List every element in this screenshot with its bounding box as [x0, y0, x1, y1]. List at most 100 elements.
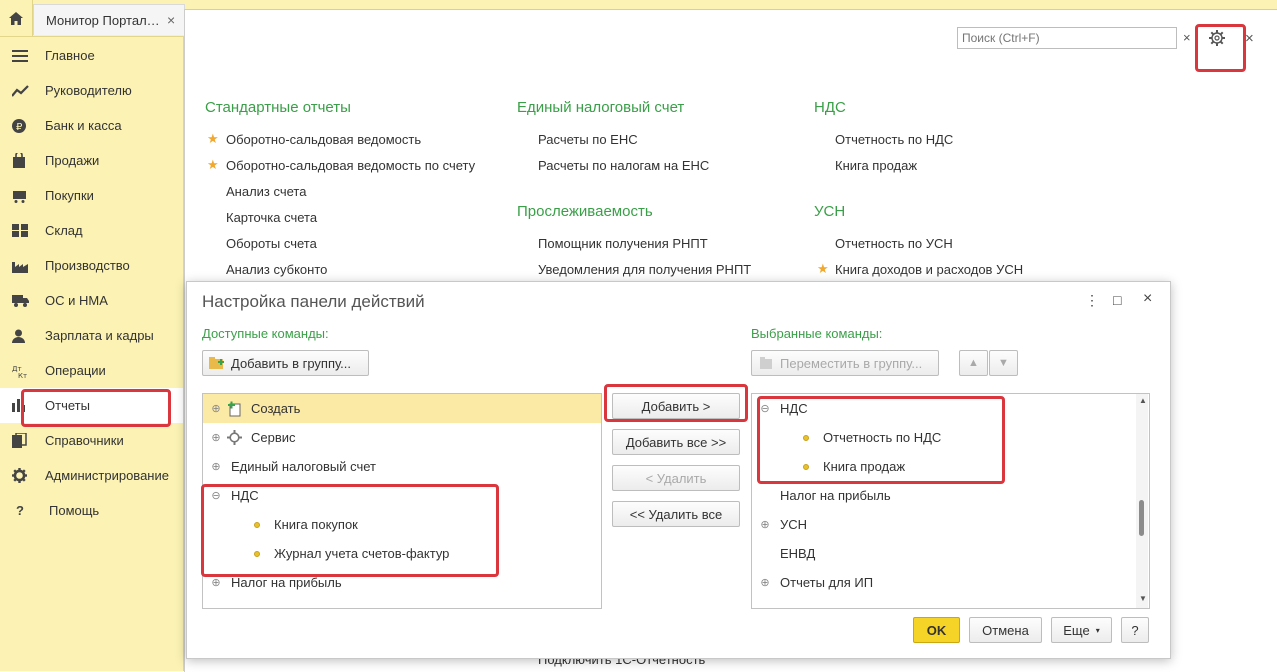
report-link[interactable]: Отчетность по УСН	[835, 236, 953, 251]
sidebar-item-manager[interactable]: Руководителю	[0, 73, 183, 108]
tree-node-create[interactable]: ⊕ Создать	[203, 394, 601, 423]
report-link[interactable]: Анализ субконто	[226, 262, 327, 277]
sidebar-item-production[interactable]: Производство	[0, 248, 183, 283]
report-link[interactable]: Отчетность по НДС	[835, 132, 953, 147]
expand-icon[interactable]: ⊕	[209, 460, 223, 473]
report-link[interactable]: Оборотно-сальдовая ведомость по счету	[226, 158, 475, 173]
tree-node-profit-tax[interactable]: Налог на прибыль	[752, 481, 891, 510]
scroll-down-icon[interactable]: ▼	[1139, 594, 1147, 603]
tree-node-vat[interactable]: ⊖ НДС	[203, 481, 259, 510]
add-to-group-button[interactable]: Добавить в группу...	[202, 350, 369, 376]
sidebar-item-directories[interactable]: Справочники	[0, 423, 183, 458]
maximize-icon[interactable]: □	[1113, 292, 1121, 308]
tree-node-purchase-book[interactable]: Книга покупок	[203, 510, 358, 539]
report-link[interactable]: Помощник получения РНПТ	[538, 236, 708, 251]
report-link[interactable]: Обороты счета	[226, 236, 317, 251]
collapse-icon[interactable]: ⊖	[758, 402, 772, 415]
move-up-button[interactable]: ▲	[959, 350, 988, 376]
report-link[interactable]: Анализ счета	[226, 184, 306, 199]
tab-monitor-portal[interactable]: Монитор Портала ... ×	[33, 4, 185, 35]
search-clear-icon[interactable]: ×	[1183, 30, 1191, 45]
tree-node-label: Налог на прибыль	[231, 575, 342, 590]
tree-node-label: Отчеты для ИП	[780, 575, 874, 590]
sidebar-item-administration[interactable]: Администрирование	[0, 458, 183, 493]
dialog-close-icon[interactable]: ×	[1143, 290, 1152, 308]
tree-node-label: Книга покупок	[274, 517, 358, 532]
sidebar-item-label: Производство	[45, 258, 130, 273]
settings-gear-button[interactable]	[1208, 29, 1226, 50]
tree-node-invoice-journal[interactable]: Журнал учета счетов-фактур	[203, 539, 449, 568]
factory-icon	[12, 259, 36, 273]
sidebar-item-purchases[interactable]: Покупки	[0, 178, 183, 213]
expand-icon[interactable]: ⊕	[209, 431, 223, 444]
expand-icon[interactable]: ⊕	[209, 576, 223, 589]
sidebar-item-operations[interactable]: Дт Кт Операции	[0, 353, 183, 388]
ok-button[interactable]: OK	[913, 617, 960, 643]
shopping-bag-icon	[12, 153, 36, 168]
tree-node-service[interactable]: ⊕ Сервис	[203, 423, 296, 452]
report-link[interactable]: Книга продаж	[835, 158, 917, 173]
tree-node-label: Сервис	[251, 430, 296, 445]
tree-node-vat-reporting[interactable]: Отчетность по НДС	[752, 423, 941, 452]
arrow-up-icon: ▲	[968, 357, 979, 369]
cancel-button[interactable]: Отмена	[969, 617, 1042, 643]
trend-up-icon	[12, 84, 36, 97]
expand-icon[interactable]: ⊕	[758, 576, 772, 589]
tree-node-usn[interactable]: ⊕ УСН	[752, 510, 807, 539]
tree-node-ens[interactable]: ⊕ Единый налоговый счет	[203, 452, 376, 481]
svg-text:Кт: Кт	[18, 372, 27, 378]
tree-node-sales-book[interactable]: Книга продаж	[752, 452, 905, 481]
menu-lines-icon	[12, 49, 36, 62]
help-button[interactable]: ?	[1121, 617, 1149, 643]
remove-all-button[interactable]: << Удалить все	[612, 501, 740, 527]
add-button[interactable]: Добавить >	[612, 393, 740, 419]
tree-node-vat[interactable]: ⊖ НДС	[752, 394, 807, 423]
person-icon	[12, 329, 36, 343]
search-input[interactable]	[957, 27, 1177, 49]
sidebar-item-warehouse[interactable]: Склад	[0, 213, 183, 248]
sidebar-item-sales[interactable]: Продажи	[0, 143, 183, 178]
sidebar-item-reports[interactable]: Отчеты	[0, 388, 183, 423]
report-link[interactable]: Расчеты по ЕНС	[538, 132, 638, 147]
available-commands-tree[interactable]: ⊕ Создать ⊕ Сервис ⊕ Единый налоговый сч…	[202, 393, 602, 609]
collapse-icon[interactable]: ⊖	[209, 489, 223, 502]
selected-commands-tree[interactable]: ⊖ НДС Отчетность по НДС Книга продаж Нал…	[751, 393, 1150, 609]
sidebar-item-salary[interactable]: Зарплата и кадры	[0, 318, 183, 353]
selected-commands-label: Выбранные команды:	[751, 326, 883, 341]
move-to-group-button[interactable]: Переместить в группу...	[751, 350, 939, 376]
add-all-button[interactable]: Добавить все >>	[612, 429, 740, 455]
tree-node-ip-reports[interactable]: ⊕ Отчеты для ИП	[752, 568, 873, 597]
more-button[interactable]: Еще ▾	[1051, 617, 1112, 643]
tree-node-profit-tax[interactable]: ⊕ Налог на прибыль	[203, 568, 342, 597]
home-button[interactable]	[0, 0, 33, 36]
scrollbar[interactable]: ▲ ▼	[1136, 394, 1148, 608]
remove-button[interactable]: < Удалить	[612, 465, 740, 491]
report-link[interactable]: Книга доходов и расходов УСН	[835, 262, 1023, 277]
more-vertical-icon[interactable]: ⋮	[1085, 292, 1099, 309]
tree-node-label: УСН	[780, 517, 808, 532]
tree-node-label: Налог на прибыль	[780, 488, 891, 503]
report-link[interactable]: Расчеты по налогам на ЕНС	[538, 158, 709, 173]
tree-node-label: НДС	[231, 488, 259, 503]
sidebar-item-main[interactable]: Главное	[0, 38, 183, 73]
scroll-up-icon[interactable]: ▲	[1139, 396, 1147, 405]
report-link[interactable]: Карточка счета	[226, 210, 317, 225]
question-icon: ?	[16, 503, 24, 518]
tab-close-icon[interactable]: ×	[167, 12, 175, 28]
report-link[interactable]: Уведомления для получения РНПТ	[538, 262, 751, 277]
star-icon: ★	[207, 131, 219, 146]
expand-icon[interactable]: ⊕	[209, 402, 223, 415]
dt-kt-icon: Дт Кт	[12, 364, 36, 378]
move-down-button[interactable]: ▼	[989, 350, 1018, 376]
scrollbar-thumb[interactable]	[1139, 500, 1144, 536]
sidebar-item-bank[interactable]: ₽ Банк и касса	[0, 108, 183, 143]
bar-chart-icon	[12, 399, 36, 412]
sidebar-item-help[interactable]: ? Помощь	[0, 493, 183, 528]
arrow-down-icon: ▼	[998, 357, 1009, 369]
expand-icon[interactable]: ⊕	[758, 518, 772, 531]
tree-node-envd[interactable]: ЕНВД	[752, 539, 815, 568]
report-link[interactable]: Оборотно-сальдовая ведомость	[226, 132, 421, 147]
section-title-usn: УСН	[814, 203, 846, 220]
sidebar-item-fixed-assets[interactable]: ОС и НМА	[0, 283, 183, 318]
main-close-icon[interactable]: ×	[1245, 30, 1254, 47]
